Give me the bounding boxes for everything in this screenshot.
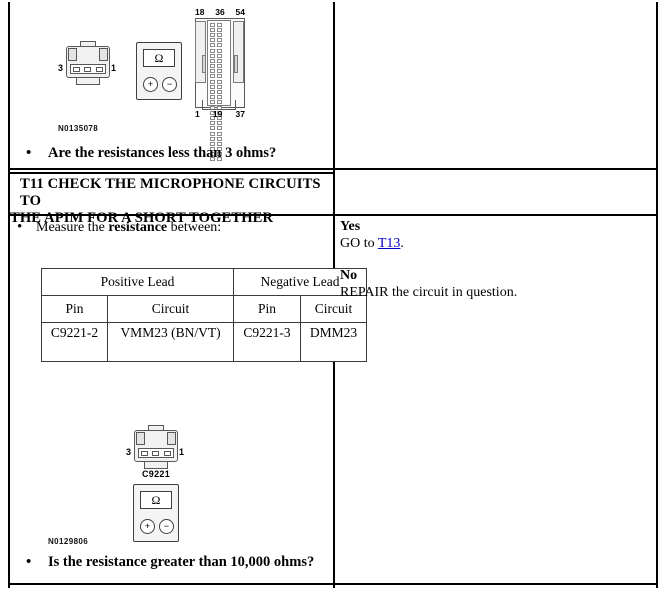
cell-positive-pin: C9221-2 — [41, 322, 108, 362]
terminal — [152, 450, 160, 456]
figure-number-top: N0135078 — [58, 124, 99, 133]
connector-latch-right — [99, 48, 108, 61]
connector-terminal-slots — [70, 64, 106, 74]
multimeter-bottom: Ω + − — [133, 484, 179, 542]
pin-label-54: 54 — [235, 7, 245, 17]
question-bottom: • Is the resistance greater than 10,000 … — [26, 554, 315, 571]
step-header-line1: T11 CHECK THE MICROPHONE CIRCUITS TO — [20, 176, 321, 209]
connector-3pin-c9221: 3 1 C9221 — [126, 424, 186, 479]
connector-nub-left — [202, 55, 206, 73]
connector-wing-left — [195, 21, 206, 83]
column-header-circuit-positive: Circuit — [107, 295, 234, 323]
connector-latch-right — [167, 432, 176, 445]
pin-label-1: 1 — [195, 109, 200, 119]
bullet-icon: • — [26, 145, 32, 161]
pin-label-19: 19 — [212, 109, 223, 119]
pin-label-18: 18 — [195, 7, 205, 17]
multimeter-display: Ω — [140, 491, 172, 509]
multimeter-probes: + − — [141, 73, 179, 95]
terminal — [95, 66, 103, 72]
table-row: C9221-2 VMM23 (BN/VT) C9221-3 DMM23 — [41, 322, 367, 362]
connector-latch-left — [136, 432, 145, 445]
table-column-header-row: Pin Circuit Pin Circuit — [41, 295, 367, 323]
connector-latch-left — [68, 48, 77, 61]
connector-pin-label-left: 3 — [58, 63, 64, 73]
cell-negative-pin: C9221-3 — [233, 322, 301, 362]
instruction-bold: resistance — [108, 220, 168, 235]
rule-right-top — [333, 168, 658, 170]
connector-top-pin-labels: 18 36 54 — [192, 7, 248, 17]
instruction-measure: • Measure the resistance between: — [17, 219, 222, 236]
column-header-pin-negative: Pin — [233, 295, 301, 323]
terminal — [141, 450, 149, 456]
question-top: • Are the resistances less than 3 ohms? — [26, 145, 277, 162]
pin-label-36: 36 — [215, 7, 225, 17]
connector-foot — [76, 78, 100, 85]
diagnostic-page: 3 1 Ω + − 18 36 54 1 19 37 N0135078 • Ar… — [0, 0, 665, 590]
answer-yes-action: GO to T13. — [340, 235, 650, 252]
probe-negative-icon: − — [159, 518, 174, 534]
connector-54way: 18 36 54 1 19 37 — [192, 7, 248, 162]
instruction-suffix: between: — [167, 220, 222, 235]
connector-foot — [144, 462, 168, 469]
question-top-text: Are the resistances less than 3 ohms? — [48, 145, 277, 161]
pin-circuit-table: Positive Lead Negative Lead Pin Circuit … — [41, 268, 367, 362]
terminal — [73, 66, 81, 72]
table-group-header-row: Positive Lead Negative Lead — [41, 268, 367, 296]
connector-terminal-slots — [138, 448, 174, 458]
instruction-prefix: Measure the — [36, 220, 109, 235]
terminal — [163, 450, 171, 456]
answer-yes-prefix: GO to — [340, 236, 378, 251]
pin-label-37: 37 — [235, 109, 245, 119]
previous-step-region: 3 1 Ω + − 18 36 54 1 19 37 N0135078 • Ar… — [10, 4, 331, 166]
multimeter-display: Ω — [143, 49, 175, 67]
answer-no-action: REPAIR the circuit in question. — [340, 285, 518, 300]
answer-no-label: No — [340, 268, 358, 283]
group-header-positive: Positive Lead — [41, 268, 234, 296]
answer-yes-label: Yes — [340, 219, 361, 234]
rule-page-bottom — [8, 583, 658, 585]
figure-number-bottom: N0129806 — [48, 537, 89, 546]
step-header: T11 CHECK THE MICROPHONE CIRCUITS TO THE… — [10, 176, 331, 226]
multimeter-top: Ω + − — [136, 42, 182, 100]
connector-nub-right — [234, 55, 238, 73]
connector-pin-label-right: 1 — [179, 447, 185, 457]
connector-wing-right — [233, 21, 244, 83]
connector-bottom-pin-labels: 1 19 37 — [192, 109, 248, 119]
cell-positive-circuit: VMM23 (BN/VT) — [107, 322, 234, 362]
probe-positive-icon: + — [140, 518, 155, 534]
question-bottom-text: Is the resistance greater than 10,000 oh… — [48, 554, 315, 570]
bullet-icon: • — [17, 219, 23, 235]
rule-right-bottom — [333, 214, 658, 216]
connector-pin-label-left: 3 — [126, 447, 132, 457]
answer-yes-suffix: . — [400, 236, 404, 251]
answers-column: Yes GO to T13. No REPAIR the circuit in … — [340, 218, 650, 301]
connector-pin-label-right: 1 — [111, 63, 117, 73]
terminal — [84, 66, 92, 72]
diagram-top: 3 1 Ω + − 18 36 54 1 19 37 — [10, 4, 331, 162]
bullet-icon: • — [26, 554, 32, 570]
connector-3pin-top: 3 1 — [58, 40, 118, 92]
rule-top-cell-bottom — [8, 168, 333, 170]
probe-positive-icon: + — [143, 76, 158, 92]
probe-negative-icon: − — [162, 76, 177, 92]
connector-pin-grid — [207, 20, 231, 162]
answers-gap — [340, 252, 650, 267]
connector-name-label: C9221 — [141, 469, 171, 479]
multimeter-probes: + − — [138, 515, 176, 537]
link-t13[interactable]: T13 — [378, 236, 401, 251]
column-header-pin-positive: Pin — [41, 295, 108, 323]
cell-negative-circuit: DMM23 — [300, 322, 367, 362]
rule-header-top — [8, 172, 333, 174]
